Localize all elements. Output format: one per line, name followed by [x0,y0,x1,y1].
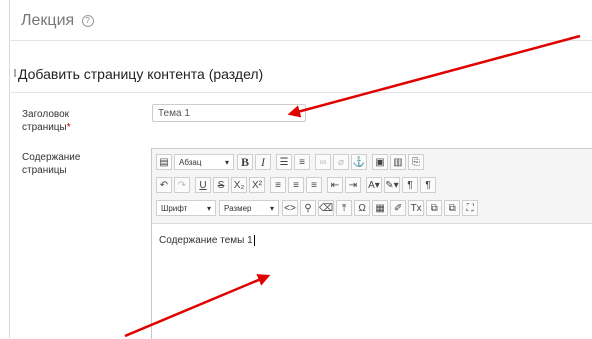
annotation-arrows [124,34,581,338]
arrow-to-editor-content [124,274,271,338]
arrow-to-title-input [287,34,581,118]
